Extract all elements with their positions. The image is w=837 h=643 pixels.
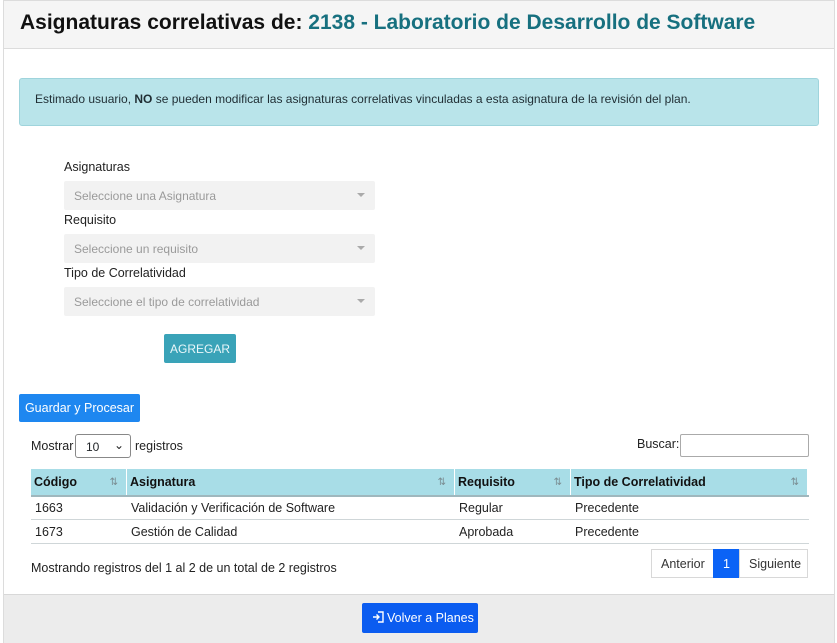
asignaturas-label: Asignaturas <box>64 160 131 174</box>
table-info: Mostrando registros del 1 al 2 de un tot… <box>31 561 337 575</box>
chevron-down-icon: ⌄ <box>113 438 124 452</box>
column-header-codigo[interactable]: Código ⇅ <box>31 469 126 495</box>
header-divider <box>31 495 809 497</box>
table-cell: Aprobada <box>459 525 514 539</box>
subject-name: 2138 - Laboratorio de Desarrollo de Soft… <box>308 11 756 34</box>
show-suffix: registros <box>135 439 183 453</box>
search-input[interactable] <box>680 434 809 457</box>
guardar-procesar-button[interactable]: Guardar y Procesar <box>19 394 140 422</box>
card-header: Asignaturas correlativas de: 2138 - Labo… <box>4 1 834 49</box>
table-cell: Validación y Verificación de Software <box>131 501 336 515</box>
volver-planes-button[interactable]: Volver a Planes <box>362 603 478 633</box>
column-header-asignatura[interactable]: Asignatura ⇅ <box>127 469 454 495</box>
caret-down-icon <box>357 193 365 197</box>
title-prefix: Asignaturas correlativas de: <box>20 11 309 34</box>
requisito-select[interactable]: Seleccione un requisito <box>64 234 375 263</box>
sort-icon: ⇅ <box>109 477 118 488</box>
sort-icon: ⇅ <box>437 477 446 488</box>
show-prefix: Mostrar <box>31 439 74 453</box>
row-divider <box>31 519 809 520</box>
table-cell: 1673 <box>35 525 63 539</box>
table-cell: Gestión de Calidad <box>131 525 238 539</box>
volver-label: Volver a Planes <box>387 611 474 625</box>
table-cell: Regular <box>459 501 503 515</box>
pagination-page-1[interactable]: 1 <box>713 549 740 578</box>
caret-down-icon <box>357 299 365 303</box>
column-header-tipo[interactable]: Tipo de Correlatividad ⇅ <box>571 469 807 495</box>
page-size-value: 10 <box>86 440 100 454</box>
requisito-placeholder: Seleccione un requisito <box>74 242 199 256</box>
page-title: Asignaturas correlativas de: 2138 - Labo… <box>20 11 755 35</box>
caret-down-icon <box>357 246 365 250</box>
pagination-next[interactable]: Siguiente <box>739 549 808 578</box>
sign-in-icon <box>372 611 384 626</box>
info-alert: Estimado usuario, NO se pueden modificar… <box>19 78 819 126</box>
sort-icon: ⇅ <box>790 477 799 488</box>
row-divider <box>31 543 809 544</box>
requisito-label: Requisito <box>64 213 117 227</box>
pagination-prev[interactable]: Anterior <box>651 549 714 578</box>
page-size-select[interactable]: 10 ⌄ <box>75 434 131 458</box>
tipo-correlatividad-label: Tipo de Correlatividad <box>64 266 186 280</box>
column-header-requisito[interactable]: Requisito ⇅ <box>455 469 570 495</box>
asignatura-select[interactable]: Seleccione una Asignatura <box>64 181 375 210</box>
search-label: Buscar: <box>637 437 680 451</box>
table-cell: Precedente <box>575 525 639 539</box>
sort-icon: ⇅ <box>553 477 562 488</box>
table-cell: Precedente <box>575 501 639 515</box>
tipo-placeholder: Seleccione el tipo de correlatividad <box>74 295 260 309</box>
table-cell: 1663 <box>35 501 63 515</box>
tipo-correlatividad-select[interactable]: Seleccione el tipo de correlatividad <box>64 287 375 316</box>
agregar-button[interactable]: AGREGAR <box>164 334 236 363</box>
alert-text: Estimado usuario, NO se pueden modificar… <box>35 92 691 106</box>
asignatura-placeholder: Seleccione una Asignatura <box>74 189 217 203</box>
